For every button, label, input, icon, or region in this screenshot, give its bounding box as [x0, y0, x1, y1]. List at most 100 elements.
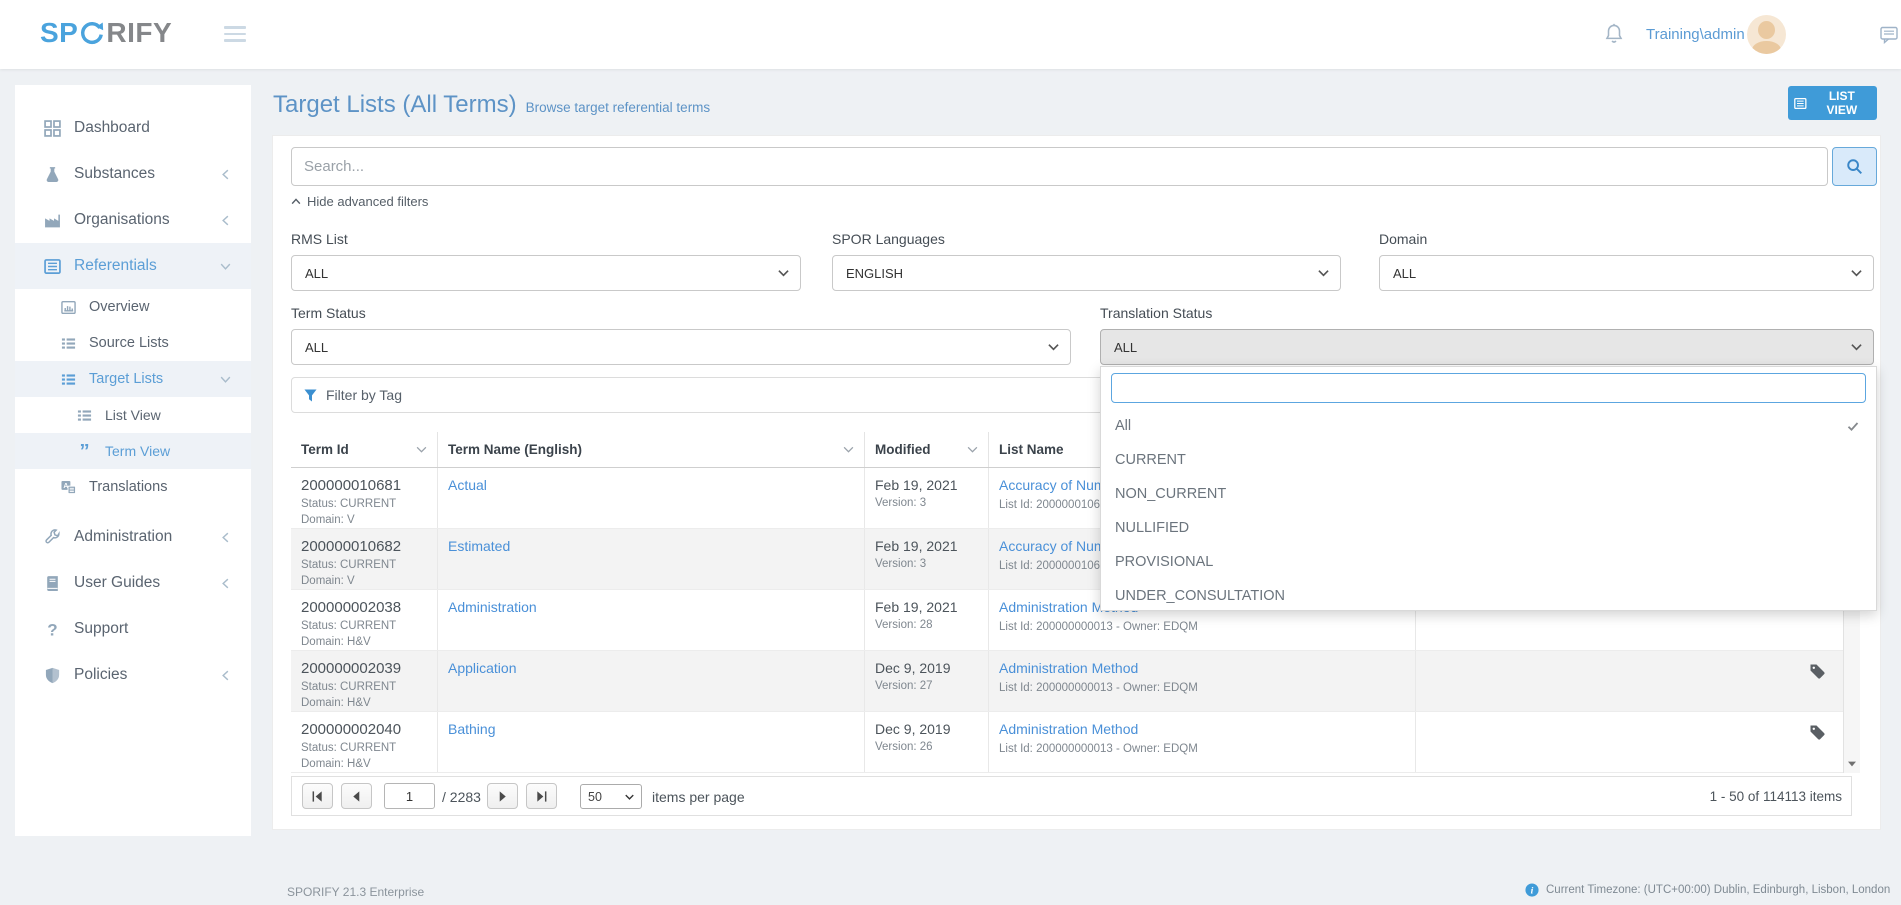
page-number-input[interactable]	[384, 783, 435, 809]
term-name-link[interactable]: Estimated	[448, 538, 510, 554]
dropdown-option-nullified[interactable]: NULLIFIED	[1101, 511, 1876, 545]
sidebar-item-term-view[interactable]: ”Term View	[15, 433, 251, 469]
sidebar-item-organisations[interactable]: Organisations	[15, 197, 251, 243]
items-per-page-select[interactable]: 50	[580, 784, 642, 809]
translation-status-select[interactable]: ALL	[1100, 329, 1874, 365]
chat-icon[interactable]	[1880, 26, 1898, 44]
sidebar-item-label: Policies	[74, 666, 127, 684]
tag-icon[interactable]	[1809, 663, 1825, 679]
sidebar-item-label: Target Lists	[89, 371, 163, 387]
previous-page-icon	[350, 790, 363, 803]
sidebar-item-label: User Guides	[74, 574, 160, 592]
page-heading: Target Lists (All Terms) Browse target r…	[273, 91, 710, 119]
option-label: NULLIFIED	[1115, 520, 1189, 536]
sidebar-item-label: Dashboard	[74, 119, 150, 137]
column-label: Term Id	[301, 442, 349, 457]
domain-select[interactable]: ALL	[1379, 255, 1874, 291]
dropdown-filter-input[interactable]	[1111, 373, 1866, 403]
sidebar-item-administration[interactable]: Administration	[15, 514, 251, 560]
term-name-link[interactable]: Bathing	[448, 721, 495, 737]
sidebar-item-label: Support	[74, 620, 128, 638]
sidebar-item-translations[interactable]: ATranslations	[15, 469, 251, 505]
domain-label: Domain	[1379, 231, 1427, 247]
bell-icon[interactable]	[1604, 23, 1624, 45]
list-name-link[interactable]: Administration Method	[999, 660, 1138, 676]
translation-status-dropdown: All CURRENTNON_CURRENT NULLIFIED PROVISIONA…	[1100, 366, 1877, 611]
check-icon	[1846, 420, 1860, 432]
chevron-left-icon	[220, 670, 231, 681]
term-name-link[interactable]: Actual	[448, 477, 487, 493]
dropdown-option-current[interactable]: CURRENT	[1101, 443, 1876, 477]
term-domain-text: Domain: H&V	[301, 636, 427, 648]
dropdown-option-under-consultation[interactable]: UNDER_CONSULTATION	[1101, 579, 1876, 613]
tag-icon[interactable]	[1809, 724, 1825, 740]
sidebar-item-dashboard[interactable]: Dashboard	[15, 105, 251, 151]
spor-languages-select[interactable]: ENGLISH	[832, 255, 1341, 291]
search-input[interactable]	[291, 147, 1828, 186]
sort-chevron-icon	[967, 446, 978, 453]
table-cell	[1415, 712, 1843, 772]
table-cell: Estimated	[437, 529, 864, 589]
factory-icon	[44, 212, 61, 229]
term-status-select[interactable]: ALL	[291, 329, 1071, 365]
sidebar-item-support[interactable]: ?Support	[15, 606, 251, 652]
sidebar-item-substances[interactable]: Substances	[15, 151, 251, 197]
last-page-icon	[535, 790, 548, 803]
shield-icon	[44, 667, 61, 684]
modified-date: Dec 9, 2019	[875, 660, 978, 676]
translation-status-value: ALL	[1114, 340, 1137, 355]
timezone-info: i Current Timezone: (UTC+00:00) Dublin, …	[1525, 883, 1890, 897]
column-header-term-id[interactable]: Term Id	[291, 432, 437, 467]
avatar[interactable]	[1747, 15, 1786, 54]
list-view-button[interactable]: LIST VIEW	[1788, 86, 1877, 120]
list-view-button-label: LIST VIEW	[1813, 89, 1871, 117]
rms-list-select[interactable]: ALL	[291, 255, 801, 291]
sidebar-item-list-view[interactable]: List View	[15, 397, 251, 433]
chevron-down-icon	[1048, 343, 1059, 351]
column-label: Modified	[875, 442, 931, 457]
sidebar-item-referentials[interactable]: Referentials	[15, 243, 251, 289]
sidebar-item-label: Overview	[89, 299, 149, 315]
chevron-down-icon	[1851, 269, 1862, 277]
table-cell: Dec 9, 2019Version: 27	[864, 651, 988, 711]
list-id-text: List Id: 200000000013 - Owner: EDQM	[999, 682, 1405, 694]
search-icon	[1846, 158, 1863, 175]
sidebar-item-source-lists[interactable]: Source Lists	[15, 325, 251, 361]
sidebar-item-overview[interactable]: Overview	[15, 289, 251, 325]
sidebar-item-policies[interactable]: Policies	[15, 652, 251, 698]
sporify-logo[interactable]: SP RIFY	[40, 17, 172, 49]
last-page-button[interactable]	[526, 783, 557, 809]
sidebar-item-target-lists[interactable]: Target Lists	[15, 361, 251, 397]
hide-advanced-filters-link[interactable]: Hide advanced filters	[291, 194, 428, 209]
dropdown-option-all[interactable]: All	[1101, 409, 1876, 443]
list-name-link[interactable]: Administration Method	[999, 721, 1138, 737]
term-id: 200000002040	[301, 721, 427, 738]
filter-by-tag-label: Filter by Tag	[326, 387, 402, 403]
username-link[interactable]: Training\admin	[1646, 26, 1745, 43]
next-page-button[interactable]	[487, 783, 518, 809]
dropdown-option-provisional[interactable]: PROVISIONAL	[1101, 545, 1876, 579]
domain-value: ALL	[1393, 266, 1416, 281]
book-icon	[44, 575, 61, 592]
table-cell: Feb 19, 2021Version: 3	[864, 529, 988, 589]
term-name-link[interactable]: Administration	[448, 599, 537, 615]
total-pages-label: / 2283	[442, 789, 481, 805]
column-header-modified[interactable]: Modified	[864, 432, 988, 467]
table-cell	[1415, 651, 1843, 711]
app-version: SPORIFY 21.3 Enterprise	[287, 885, 424, 899]
sidebar-item-label: Referentials	[74, 257, 157, 275]
column-header-term-name-english[interactable]: Term Name (English)	[437, 432, 864, 467]
first-page-button[interactable]	[302, 783, 333, 809]
term-id: 200000002038	[301, 599, 427, 616]
search-button[interactable]	[1832, 147, 1877, 186]
dropdown-option-non-current[interactable]: NON_CURRENT	[1101, 477, 1876, 511]
option-label: All	[1115, 418, 1131, 434]
sidebar-item-user-guides[interactable]: User Guides	[15, 560, 251, 606]
sidebar-item-label: List View	[105, 407, 161, 423]
term-name-link[interactable]: Application	[448, 660, 517, 676]
scroll-down-icon[interactable]	[1848, 761, 1856, 767]
table-cell: Application	[437, 651, 864, 711]
previous-page-button[interactable]	[341, 783, 372, 809]
app: SP RIFY Training\admin Dashboard Substanc…	[0, 0, 1901, 905]
hamburger-menu-icon[interactable]	[224, 26, 246, 46]
